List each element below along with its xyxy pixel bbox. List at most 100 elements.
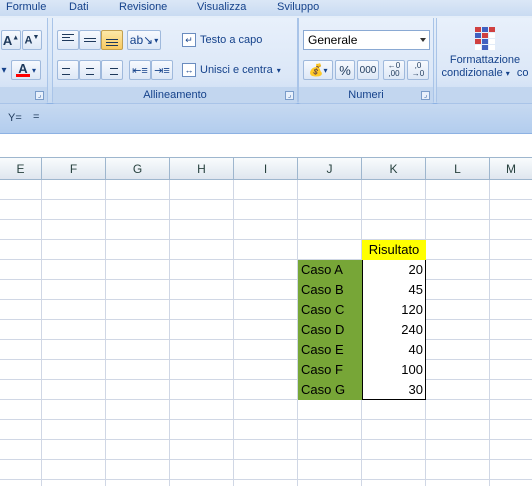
font-color-button[interactable]: A ▾ (11, 60, 41, 80)
font-color-dropdown-icon[interactable]: ▾ (32, 66, 36, 75)
tab-visualizza[interactable]: Visualizza (197, 0, 246, 16)
gridline (0, 199, 532, 200)
case-label-cell[interactable]: Caso C (298, 300, 362, 320)
column-header-i[interactable]: I (234, 158, 298, 180)
align-middle-button[interactable] (79, 30, 101, 50)
align-left-button[interactable] (57, 60, 79, 80)
column-header-k[interactable]: K (362, 158, 426, 180)
gridline (41, 180, 42, 486)
case-label-cell[interactable]: Caso F (298, 360, 362, 380)
align-bottom-icon (106, 34, 118, 46)
ribbon-tabs: Formule Dati Revisione Visualizza Svilup… (0, 0, 532, 16)
increase-decimal-label: ,00 (388, 69, 400, 78)
merge-center-label: Unisci e centra (200, 64, 273, 76)
case-label-cell[interactable]: Caso A (298, 260, 362, 280)
decrease-decimal-icon: →0 (411, 69, 425, 78)
result-header-cell[interactable]: Risultato (362, 240, 426, 260)
number-dialog-launcher-icon[interactable]: ⌟ (421, 91, 430, 100)
tab-sviluppo[interactable]: Sviluppo (277, 0, 319, 16)
thousands-format-button[interactable]: 000 (357, 60, 379, 80)
next-button-label: co (516, 67, 529, 79)
wrap-text-icon: ↵ (182, 33, 196, 47)
column-header-l[interactable]: L (426, 158, 490, 180)
conditional-formatting-label-line2: condizionale (441, 67, 503, 79)
wrap-text-button[interactable]: ↵ Testo a capo (181, 30, 277, 50)
merge-center-dropdown-icon[interactable]: ▾ (277, 66, 281, 75)
align-middle-icon (84, 34, 96, 46)
customize-toolbar-icon[interactable]: Y= (8, 112, 22, 124)
number-format-value: Generale (308, 33, 358, 47)
shrink-font-button[interactable]: A▼ (22, 30, 42, 50)
result-value-cell[interactable]: 40 (362, 340, 426, 360)
gridline (169, 180, 170, 486)
column-header-f[interactable]: F (42, 158, 106, 180)
column-header-e[interactable]: E (0, 158, 42, 180)
result-value-cell[interactable]: 100 (362, 360, 426, 380)
gridline (0, 219, 532, 220)
case-label-cell[interactable]: Caso G (298, 380, 362, 400)
alignment-group-label: Allineamento (53, 87, 297, 103)
merge-center-button[interactable]: ↔ Unisci e centra ▾ (181, 60, 293, 80)
result-value-cell[interactable]: 20 (362, 260, 426, 280)
result-value-cell[interactable]: 240 (362, 320, 426, 340)
gridline (105, 180, 106, 486)
decrease-decimal-button[interactable]: ,0 →0 (407, 60, 429, 80)
font-dropdown-arrow[interactable]: ▾ (0, 60, 9, 80)
gridline (0, 479, 532, 480)
conditional-formatting-button[interactable]: Formattazione condizionale ▾ co (441, 22, 529, 88)
increase-decimal-button[interactable]: ←0 ,00 (383, 60, 405, 80)
merge-center-icon: ↔ (182, 63, 196, 77)
result-value-cell[interactable]: 120 (362, 300, 426, 320)
font-color-icon: A (15, 62, 30, 77)
gridline (0, 259, 532, 260)
gridline (0, 239, 532, 240)
percent-label: % (339, 62, 351, 78)
tab-formule[interactable]: Formule (6, 0, 46, 16)
tab-dati[interactable]: Dati (69, 0, 89, 16)
case-label-cell[interactable]: Caso E (298, 340, 362, 360)
styles-group: Formattazione condizionale ▾ co (436, 18, 532, 104)
column-header-g[interactable]: G (106, 158, 170, 180)
case-label-cell[interactable]: Caso D (298, 320, 362, 340)
orientation-button[interactable]: ab↘ ▾ (127, 30, 161, 50)
column-header-j[interactable]: J (298, 158, 362, 180)
gridline (0, 459, 532, 460)
tab-revisione[interactable]: Revisione (119, 0, 167, 16)
align-top-button[interactable] (57, 30, 79, 50)
align-center-button[interactable] (79, 60, 101, 80)
font-dialog-launcher-icon[interactable]: ⌟ (35, 91, 44, 100)
currency-icon: 💰 (308, 63, 324, 77)
grow-font-button[interactable]: A▲ (1, 30, 21, 50)
orientation-icon: ab↘ (129, 33, 154, 47)
alignment-dialog-launcher-icon[interactable]: ⌟ (285, 91, 294, 100)
number-group-label: Numeri (299, 87, 433, 103)
gridline (233, 180, 234, 486)
case-label-cell[interactable]: Caso B (298, 280, 362, 300)
percent-format-button[interactable]: % (335, 60, 355, 80)
result-value-cell[interactable]: 45 (362, 280, 426, 300)
chevron-down-icon: ▾ (505, 69, 510, 78)
gridline (0, 399, 532, 400)
column-header-m[interactable]: M (490, 158, 532, 180)
gridline (0, 379, 532, 380)
worksheet-grid[interactable]: Risultato Caso A 20 Caso B 45 Caso C 120… (0, 180, 532, 486)
gridline (0, 279, 532, 280)
result-value-cell[interactable]: 30 (362, 380, 426, 400)
alignment-group: ab↘ ▾ ⇤≡ ⇥≡ ↵ Testo a capo ↔ Unisci e ce… (52, 18, 298, 104)
conditional-formatting-label-line1: Formattazione (449, 54, 521, 66)
gridline (0, 419, 532, 420)
gridline (0, 439, 532, 440)
align-right-icon (106, 65, 118, 75)
formula-bar[interactable] (0, 134, 532, 158)
number-format-select[interactable]: Generale (303, 30, 430, 50)
more-commands-icon[interactable]: = (33, 111, 39, 123)
align-bottom-button[interactable] (101, 30, 123, 50)
currency-format-button[interactable]: 💰 ▾ (303, 60, 333, 80)
align-left-icon (62, 65, 74, 75)
align-right-button[interactable] (101, 60, 123, 80)
decrease-indent-button[interactable]: ⇤≡ (129, 60, 151, 80)
column-header-h[interactable]: H (170, 158, 234, 180)
styles-group-label (437, 87, 532, 103)
increase-indent-button[interactable]: ⇥≡ (151, 60, 173, 80)
gridline (489, 180, 490, 486)
